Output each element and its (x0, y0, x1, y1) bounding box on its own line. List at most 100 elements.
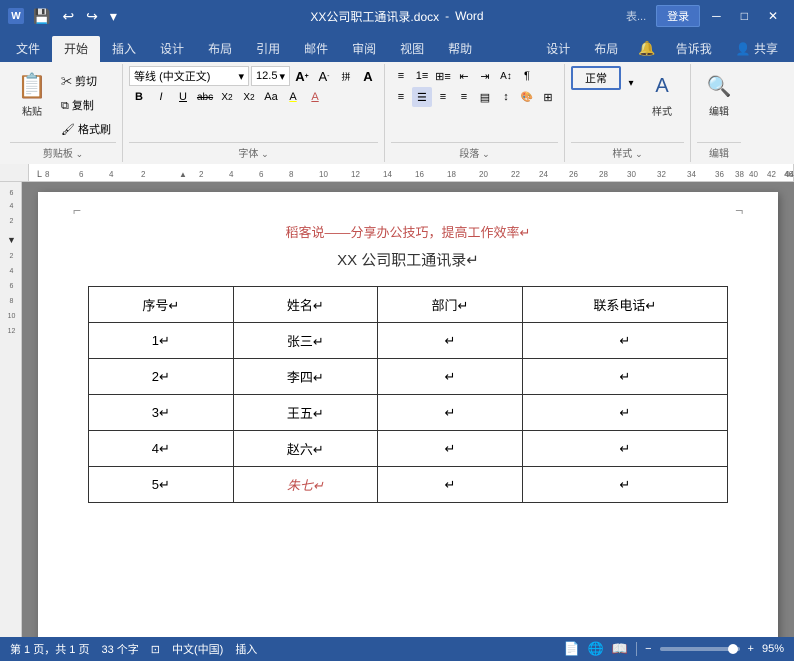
tab-layout[interactable]: 布局 (196, 36, 244, 62)
superscript-button[interactable]: X2 (239, 87, 259, 107)
font-name-selector[interactable]: 等线 (中文正文) ▾ (129, 66, 249, 86)
clipboard-group-content: 📋 粘贴 ✂ 剪切 ⧉ 复制 🖌 格式刷 (10, 66, 116, 140)
tab-table-layout[interactable]: 布局 (582, 36, 630, 62)
cell-num-2: 2↵ (89, 359, 234, 395)
zoom-level[interactable]: 95% (762, 643, 784, 655)
sort-button[interactable]: A↕ (496, 66, 516, 86)
tab-home[interactable]: 开始 (52, 36, 100, 62)
show-marks-button[interactable]: ¶ (517, 66, 537, 86)
copy-button[interactable]: ⧉ 复制 (56, 94, 116, 116)
styles-button[interactable]: A 样式 (640, 66, 684, 122)
tab-insert[interactable]: 插入 (100, 36, 148, 62)
edit-mode[interactable]: 插入 (235, 641, 257, 657)
tab-view[interactable]: 视图 (388, 36, 436, 62)
minimize-button[interactable]: ─ (704, 7, 729, 25)
subscript-button[interactable]: X2 (217, 87, 237, 107)
zoom-out-icon[interactable]: − (645, 643, 651, 655)
decrease-indent-button[interactable]: ⇤ (454, 66, 474, 86)
cell-num-3: 3↵ (89, 395, 234, 431)
font-size-selector[interactable]: 12.5 ▾ (251, 66, 290, 86)
tab-mailings[interactable]: 邮件 (292, 36, 340, 62)
cell-phone-4: ↵ (522, 431, 727, 467)
font-label: 字体 ⌄ (129, 142, 378, 162)
zoom-thumb[interactable] (728, 644, 738, 654)
tab-review[interactable]: 审阅 (340, 36, 388, 62)
zoom-slider[interactable] (660, 647, 740, 651)
font-grow-button[interactable]: A+ (292, 66, 312, 86)
table-row: 2↵ 李四↵ ↵ ↵ (89, 359, 728, 395)
zoom-in-icon[interactable]: + (748, 643, 754, 655)
save-quick-btn[interactable]: 💾 (30, 8, 53, 25)
paste-button[interactable]: 📋 粘贴 (10, 66, 54, 122)
font-shrink-button[interactable]: A- (314, 66, 334, 86)
title-separator: - (445, 9, 449, 23)
maximize-button[interactable]: □ (733, 7, 756, 25)
font-name-row: 等线 (中文正文) ▾ 12.5 ▾ A+ A- 拼 A (129, 66, 378, 86)
view-read-icon[interactable]: 📖 (612, 641, 628, 657)
format-painter-button[interactable]: 🖌 格式刷 (56, 118, 116, 140)
tab-table-design[interactable]: 设计 (534, 36, 582, 62)
qa-dropdown-btn[interactable]: ▾ (107, 8, 120, 25)
page-info[interactable]: 第 1 页，共 1 页 (10, 641, 89, 657)
highlight-color-button[interactable]: A (283, 87, 303, 107)
ruler-inner: L 8 6 4 2 ▲ 2 4 6 8 10 12 14 16 18 20 22… (28, 164, 794, 181)
font-name-value: 等线 (中文正文) (134, 68, 210, 84)
style-dropdown-btn[interactable]: ▾ (624, 76, 638, 90)
status-left: 第 1 页，共 1 页 33 个字 ⊡ 中文(中国) 插入 (10, 641, 257, 657)
ruler: L 8 6 4 2 ▲ 2 4 6 8 10 12 14 16 18 20 22… (0, 164, 794, 182)
increase-indent-button[interactable]: ⇥ (475, 66, 495, 86)
col-dept-header: 部门↵ (378, 287, 523, 323)
multilevel-button[interactable]: ⊞≡ (433, 66, 453, 86)
redo-quick-btn[interactable]: ↪ (83, 8, 101, 25)
tab-design[interactable]: 设计 (148, 36, 196, 62)
cell-name-4: 赵六↵ (233, 431, 378, 467)
font-name-chevron: ▾ (239, 70, 245, 83)
tab-file[interactable]: 文件 (4, 36, 52, 62)
view-print-icon[interactable]: 📄 (564, 641, 580, 657)
column-button[interactable]: ▤ (475, 87, 495, 107)
cell-phone-2: ↵ (522, 359, 727, 395)
justify-button[interactable]: ≡ (454, 87, 474, 107)
shading-button[interactable]: 🎨 (517, 87, 537, 107)
wph-button[interactable]: 拼 (336, 66, 356, 86)
close-button[interactable]: ✕ (760, 7, 786, 25)
italic-button[interactable]: I (151, 87, 171, 107)
title-bar: W 💾 ↩ ↪ ▾ XX公司职工通讯录.docx - Word 表... 登录 … (0, 0, 794, 32)
clear-format-button[interactable]: A (358, 66, 378, 86)
undo-quick-btn[interactable]: ↩ (59, 8, 77, 25)
find-button[interactable]: 🔍 编辑 (697, 66, 741, 122)
underline-button[interactable]: U (173, 87, 193, 107)
tab-references[interactable]: 引用 (244, 36, 292, 62)
numbering-button[interactable]: 1≡ (412, 66, 432, 86)
align-left-button[interactable]: ≡ (391, 87, 411, 107)
tab-tell-me[interactable]: 告诉我 (664, 36, 724, 62)
cell-num-4: 4↵ (89, 431, 234, 467)
word-count[interactable]: 33 个字 (101, 641, 138, 657)
align-center-button[interactable]: ☰ (412, 87, 432, 107)
language[interactable]: 中文(中国) (172, 641, 223, 657)
table-header-row: 序号↵ 姓名↵ 部门↵ 联系电话↵ (89, 287, 728, 323)
case-button[interactable]: Aa (261, 87, 281, 107)
tab-help[interactable]: 帮助 (436, 36, 484, 62)
align-right-button[interactable]: ≡ (433, 87, 453, 107)
bullets-button[interactable]: ≡ (391, 66, 411, 86)
tab-share[interactable]: 👤 共享 (724, 36, 790, 62)
clipboard-group: 📋 粘贴 ✂ 剪切 ⧉ 复制 🖌 格式刷 剪贴板 ⌄ (4, 64, 123, 162)
view-web-icon[interactable]: 🌐 (588, 641, 604, 657)
bold-button[interactable]: B (129, 87, 149, 107)
line-spacing-button[interactable]: ↕ (496, 87, 516, 107)
document-area[interactable]: ⌐ ⌐ 稻客说——分享办公技巧，提高工作效率↵ XX 公司职工通讯录↵ 序号↵ … (22, 182, 794, 637)
cut-button[interactable]: ✂ 剪切 (56, 70, 116, 92)
normal-style-box[interactable]: 正常 (571, 66, 621, 90)
cell-phone-3: ↵ (522, 395, 727, 431)
paragraph-label: 段落 ⌄ (391, 142, 558, 162)
cell-phone-5: ↵ (522, 467, 727, 503)
font-color-button[interactable]: A (305, 87, 325, 107)
tab-notify[interactable]: 🔔 (630, 36, 663, 62)
strikethrough-button[interactable]: abc (195, 87, 215, 107)
paste-icon: 📋 (16, 70, 48, 102)
status-sep (636, 642, 637, 656)
font-format-row: B I U abc X2 X2 Aa A A (129, 87, 378, 107)
border-button[interactable]: ⊞ (538, 87, 558, 107)
login-button[interactable]: 登录 (656, 5, 700, 27)
